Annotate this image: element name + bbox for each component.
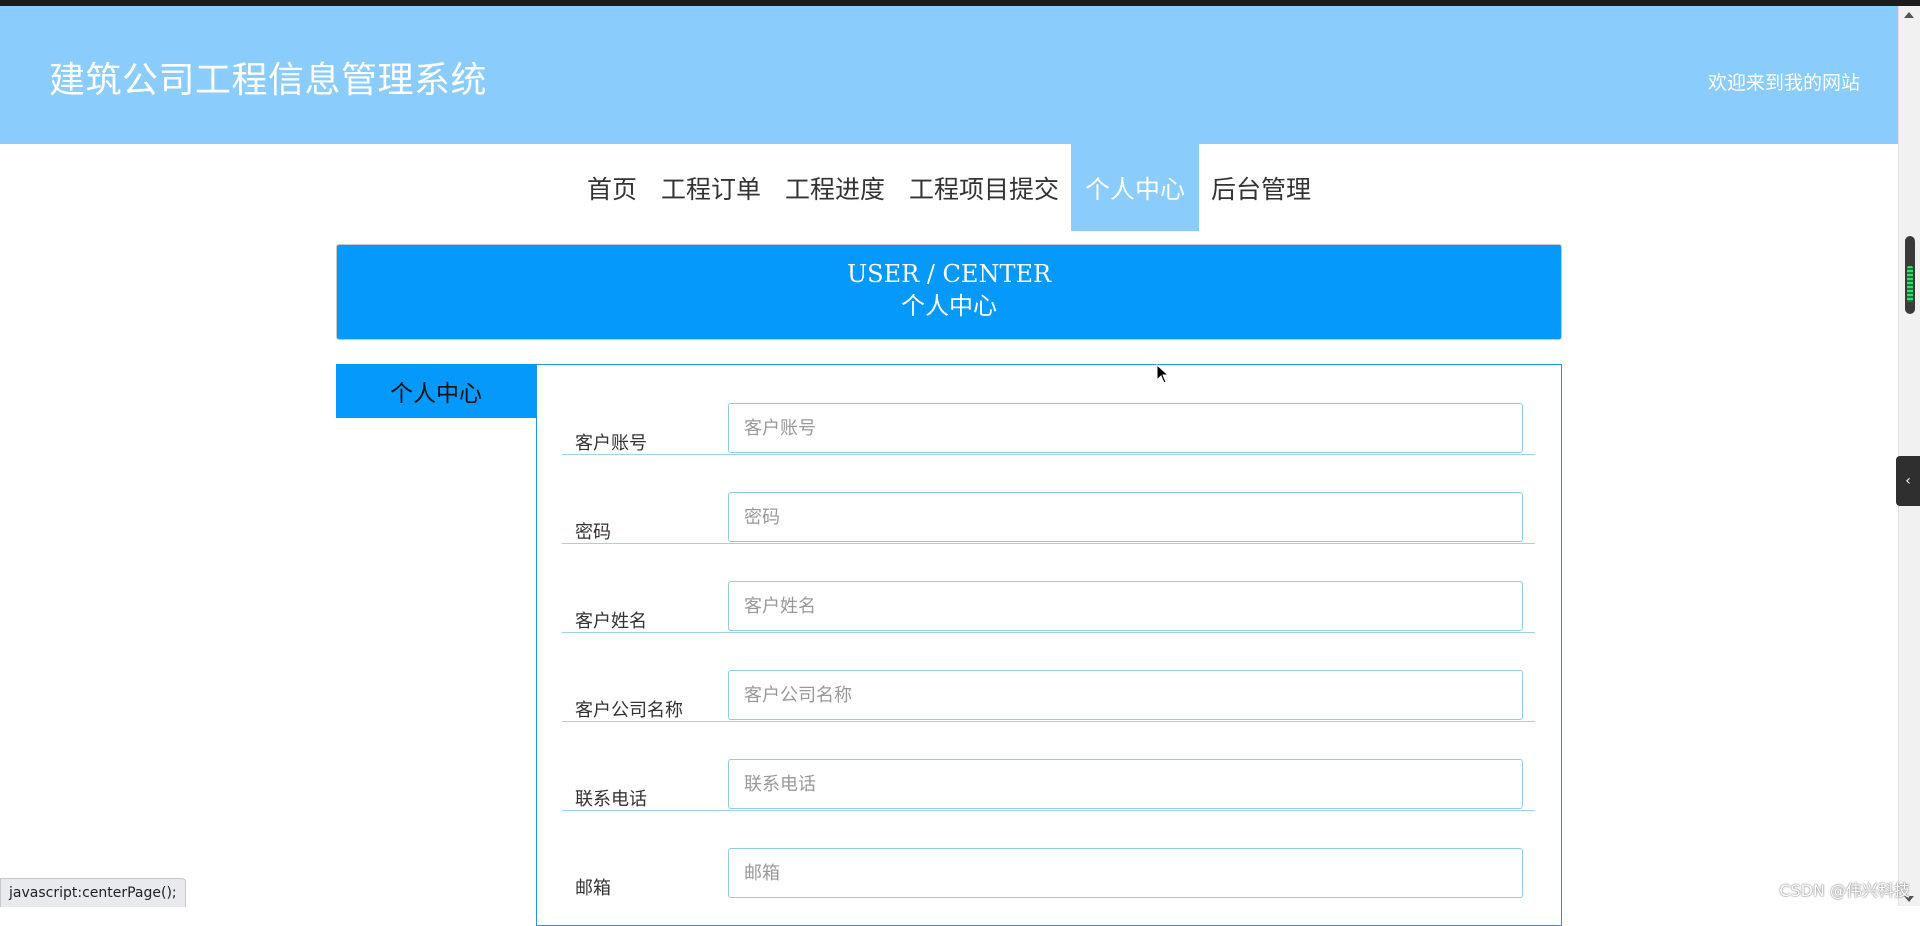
- phone-input[interactable]: [728, 759, 1523, 809]
- site-header: 建筑公司工程信息管理系统 欢迎来到我的网站: [0, 6, 1898, 144]
- nav-item-project-submit[interactable]: 工程项目提交: [897, 144, 1071, 231]
- account-input[interactable]: [728, 403, 1523, 453]
- banner-title-en: USER / CENTER: [846, 260, 1052, 288]
- nav-item-project-progress[interactable]: 工程进度: [773, 144, 897, 231]
- name-input[interactable]: [728, 581, 1523, 631]
- form-row-company: 客户公司名称: [562, 632, 1535, 722]
- password-input[interactable]: [728, 492, 1523, 542]
- watermark: CSDN @伟兴科技: [1779, 881, 1910, 900]
- scrollbar-thumb[interactable]: [1905, 236, 1915, 314]
- site-title: 建筑公司工程信息管理系统: [49, 60, 488, 101]
- company-input[interactable]: [728, 670, 1523, 720]
- email-input[interactable]: [728, 848, 1523, 898]
- main-nav: 首页 工程订单 工程进度 工程项目提交 个人中心 后台管理: [0, 144, 1898, 231]
- nav-item-user-center[interactable]: 个人中心: [1071, 144, 1200, 231]
- nav-item-project-orders[interactable]: 工程订单: [649, 144, 773, 231]
- field-label-email: 邮箱: [575, 878, 611, 899]
- profile-form-panel: 客户账号 密码 客户姓名 客户公司名称 联系电话 邮箱: [536, 364, 1562, 926]
- welcome-text: 欢迎来到我的网站: [1707, 72, 1860, 94]
- form-row-phone: 联系电话: [562, 721, 1535, 811]
- form-row-password: 密码: [562, 454, 1535, 544]
- mouse-pointer-icon: [1156, 363, 1170, 388]
- scroll-up-arrow-icon[interactable]: [1904, 12, 1914, 18]
- page-banner: USER / CENTER 个人中心: [336, 244, 1562, 340]
- form-row-name: 客户姓名: [562, 543, 1535, 633]
- form-row-account: 客户账号: [562, 365, 1535, 455]
- form-row-email: 邮箱: [562, 810, 1535, 899]
- browser-status-bar: javascript:centerPage();: [0, 878, 186, 907]
- side-panel-toggle[interactable]: ‹: [1896, 456, 1920, 506]
- nav-item-admin[interactable]: 后台管理: [1199, 144, 1323, 231]
- chevron-left-icon: ‹: [1905, 473, 1911, 489]
- nav-item-home[interactable]: 首页: [575, 144, 649, 231]
- banner-title-cn: 个人中心: [901, 292, 997, 320]
- sidebar-tab-user-center[interactable]: 个人中心: [336, 364, 536, 418]
